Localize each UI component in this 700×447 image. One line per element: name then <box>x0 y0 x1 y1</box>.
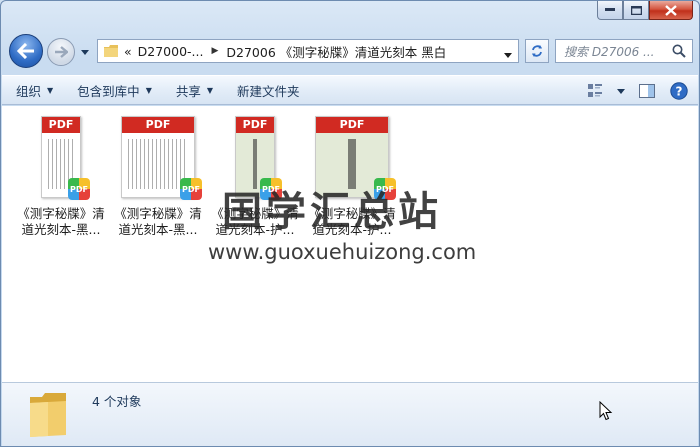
navigation-bar: « D27000-... ▶ D27006 《测字秘牒》清道光刻本 黑白 搜索 … <box>9 34 693 68</box>
file-item[interactable]: PDF PDF 《测字秘牒》清道光刻本-黑... <box>110 112 206 238</box>
share-label: 共享 <box>175 83 201 99</box>
chevron-down-icon: ▼ <box>47 85 54 95</box>
new-folder-button[interactable]: 新建文件夹 <box>237 81 300 100</box>
file-name: 《测字秘牒》清道光刻本-黑... <box>17 206 105 237</box>
chevron-down-icon <box>81 49 89 55</box>
text-lines-decoration <box>128 139 188 189</box>
search-input[interactable]: 搜索 D27006 ... <box>555 39 693 63</box>
close-button[interactable] <box>649 1 693 20</box>
folder-large-icon <box>30 393 66 437</box>
address-bar[interactable]: « D27000-... ▶ D27006 《测字秘牒》清道光刻本 黑白 <box>97 39 519 63</box>
file-item[interactable]: PDF PDF 《测字秘牒》清道光刻本-黑... <box>13 112 109 238</box>
search-icon[interactable] <box>672 44 686 58</box>
address-overflow-chevron[interactable]: « <box>124 44 132 59</box>
close-icon <box>665 4 677 16</box>
mouse-cursor-icon <box>599 401 613 421</box>
help-button[interactable]: ? <box>668 80 690 102</box>
chevron-down-icon: ▼ <box>206 85 214 95</box>
breadcrumb-separator-icon[interactable]: ▶ <box>211 46 218 56</box>
recent-pages-dropdown[interactable] <box>79 46 91 58</box>
forward-button[interactable] <box>47 38 75 66</box>
chevron-down-icon: ▼ <box>145 85 152 95</box>
help-icon: ? <box>670 82 688 100</box>
chevron-down-icon <box>617 88 625 94</box>
pdf-thumbnail: PDF PDF <box>120 112 202 200</box>
command-bar: 组织 ▼ 包含到库中 ▼ 共享 ▼ 新建文件夹 ? <box>2 75 698 105</box>
caption-buttons <box>597 1 693 20</box>
pdf-label: PDF <box>316 117 388 133</box>
view-grid-icon <box>588 84 602 97</box>
back-arrow-icon <box>17 43 34 59</box>
watermark-url: www.guoxuehuizong.com <box>208 240 477 264</box>
refresh-icon <box>532 45 542 57</box>
organize-label: 组织 <box>16 83 42 99</box>
view-controls: ? <box>584 80 690 102</box>
refresh-button[interactable] <box>525 39 549 63</box>
pdf-app-badge-icon: PDF <box>68 178 90 200</box>
pdf-label: PDF <box>42 117 80 133</box>
watermark-title: 国学汇总站 <box>222 189 442 235</box>
breadcrumb-current[interactable]: D27006 《测字秘牒》清道光刻本 黑白 <box>226 42 446 61</box>
item-count: 4 个对象 <box>92 394 142 409</box>
pdf-app-badge-icon: PDF <box>180 178 202 200</box>
include-in-library-label: 包含到库中 <box>77 83 140 99</box>
breadcrumb-parent[interactable]: D27000-... <box>138 44 204 59</box>
details-pane: 4 个对象 <box>2 382 698 446</box>
organize-menu[interactable]: 组织 ▼ <box>16 81 53 100</box>
preview-pane-button[interactable] <box>636 80 658 102</box>
svg-text:?: ? <box>676 85 683 99</box>
pdf-label: PDF <box>236 117 274 133</box>
back-button[interactable] <box>9 34 43 68</box>
change-view-button[interactable] <box>584 80 606 102</box>
include-in-library-menu[interactable]: 包含到库中 ▼ <box>77 81 152 100</box>
explorer-window: « D27000-... ▶ D27006 《测字秘牒》清道光刻本 黑白 搜索 … <box>0 0 700 447</box>
search-placeholder: 搜索 D27006 ... <box>564 44 655 59</box>
forward-arrow-icon <box>55 46 68 58</box>
minimize-icon <box>605 8 615 11</box>
pdf-label: PDF <box>122 117 194 133</box>
maximize-button[interactable] <box>623 1 649 20</box>
preview-pane-icon <box>639 84 655 98</box>
file-name: 《测字秘牒》清道光刻本-黑... <box>114 206 202 237</box>
view-options-dropdown[interactable] <box>616 80 626 102</box>
minimize-button[interactable] <box>597 1 623 20</box>
share-menu[interactable]: 共享 ▼ <box>176 81 213 100</box>
maximize-icon <box>630 5 642 15</box>
folder-icon <box>104 45 118 57</box>
address-dropdown-icon[interactable] <box>504 47 512 61</box>
pdf-thumbnail: PDF PDF <box>38 112 90 200</box>
new-folder-label: 新建文件夹 <box>237 83 300 99</box>
